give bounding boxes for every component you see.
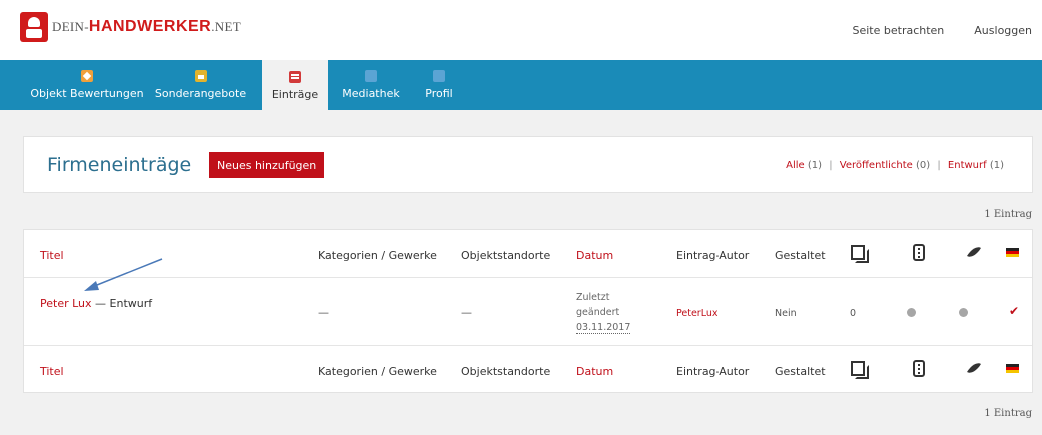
status-filters: Alle (1) | Veröffentlichte (0) | Entwurf… bbox=[786, 160, 1004, 171]
main-nav: Objekt Bewertungen Sonderangebote Einträ… bbox=[0, 60, 1042, 112]
top-links: Seite betrachten Ausloggen bbox=[853, 24, 1033, 37]
entry-locations: — bbox=[461, 306, 472, 319]
column-designed: Gestaltet bbox=[775, 249, 826, 262]
column-date[interactable]: Datum bbox=[576, 365, 613, 378]
entry-date: Zuletzt geändert 03.11.2017 bbox=[576, 290, 631, 335]
entry-count-top: 1 Eintrag bbox=[984, 209, 1032, 220]
site-logo[interactable]: DEIN- HANDWERKER .NET bbox=[20, 12, 241, 42]
column-designed: Gestaltet bbox=[775, 365, 826, 378]
column-author: Eintrag-Autor bbox=[676, 249, 750, 262]
view-site-link[interactable]: Seite betrachten bbox=[853, 24, 945, 37]
phone-icon bbox=[913, 244, 925, 261]
entry-count-bottom: 1 Eintrag bbox=[984, 408, 1032, 419]
copy-icon bbox=[850, 360, 869, 379]
logo-text-suffix: .NET bbox=[211, 19, 241, 34]
entry-title: Peter Lux — Entwurf bbox=[40, 297, 152, 310]
column-title[interactable]: Titel bbox=[40, 365, 64, 378]
entry-designed: Nein bbox=[775, 308, 797, 319]
entry-date-label: Zuletzt bbox=[576, 292, 610, 303]
column-date[interactable]: Datum bbox=[576, 249, 613, 262]
list-icon bbox=[289, 71, 301, 83]
nav-item-profil[interactable]: Profil bbox=[414, 60, 464, 110]
filter-separator: | bbox=[829, 160, 833, 171]
column-locations: Objektstandorte bbox=[461, 365, 551, 378]
annotation-arrow-icon bbox=[84, 258, 163, 291]
filter-published-count: (0) bbox=[915, 160, 931, 171]
nav-item-sonderangebote[interactable]: Sonderangebote bbox=[153, 60, 248, 110]
filter-all-count: (1) bbox=[807, 160, 823, 171]
nav-item-label: Einträge bbox=[271, 88, 319, 101]
add-new-button[interactable]: Neues hinzufügen bbox=[209, 152, 325, 178]
table-row: Peter Lux — Entwurf — — Zuletzt geändert… bbox=[24, 278, 1032, 346]
feather-icon bbox=[965, 360, 979, 376]
nav-item-label: Sonderangebote bbox=[154, 87, 247, 100]
logo-text-prefix: DEIN- bbox=[52, 19, 89, 34]
table-header-row: Titel Kategorien / Gewerke Objektstandor… bbox=[24, 230, 1032, 278]
flag-de-icon bbox=[1006, 364, 1019, 373]
feather-status-dot-icon bbox=[959, 308, 968, 317]
filter-draft-link[interactable]: Entwurf bbox=[948, 160, 987, 171]
star-icon bbox=[81, 70, 93, 82]
entry-state: — Entwurf bbox=[91, 297, 153, 310]
column-categories: Kategorien / Gewerke bbox=[318, 365, 437, 378]
filter-all-link[interactable]: Alle bbox=[786, 160, 805, 171]
entries-table: Titel Kategorien / Gewerke Objektstandor… bbox=[23, 229, 1033, 393]
filter-published-link[interactable]: Veröffentlichte bbox=[840, 160, 913, 171]
offer-icon bbox=[194, 70, 207, 82]
handwerker-logo-icon bbox=[20, 12, 48, 42]
nav-item-label: Profil bbox=[425, 87, 453, 100]
nav-item-label: Objekt Bewertungen bbox=[30, 87, 144, 100]
phone-status-dot-icon bbox=[907, 308, 916, 317]
profile-icon bbox=[433, 70, 445, 82]
column-categories: Kategorien / Gewerke bbox=[318, 249, 437, 262]
flag-de-icon bbox=[1006, 248, 1019, 257]
column-title[interactable]: Titel bbox=[40, 249, 64, 262]
column-author: Eintrag-Autor bbox=[676, 365, 750, 378]
logo-text-brand: HANDWERKER bbox=[88, 18, 212, 35]
filter-draft-count: (1) bbox=[989, 160, 1004, 171]
logout-link[interactable]: Ausloggen bbox=[974, 24, 1032, 37]
entry-title-link[interactable]: Peter Lux bbox=[40, 297, 92, 310]
top-bar: DEIN- HANDWERKER .NET Seite betrachten A… bbox=[0, 0, 1042, 60]
nav-item-mediathek[interactable]: Mediathek bbox=[335, 60, 407, 110]
entry-date-value: 03.11.2017 bbox=[576, 322, 631, 334]
entry-author-link[interactable]: PeterLux bbox=[676, 308, 717, 319]
feather-icon bbox=[965, 244, 979, 260]
filter-separator: | bbox=[937, 160, 941, 171]
column-locations: Objektstandorte bbox=[461, 249, 551, 262]
check-icon: ✔ bbox=[1009, 304, 1020, 318]
entry-categories: — bbox=[318, 306, 329, 319]
table-footer-row: Titel Kategorien / Gewerke Objektstandor… bbox=[24, 346, 1032, 393]
copy-icon bbox=[850, 244, 869, 263]
nav-item-objekt-bewertungen[interactable]: Objekt Bewertungen bbox=[28, 60, 146, 110]
entry-copies-count: 0 bbox=[850, 308, 857, 319]
page-title: Firmeneinträge bbox=[47, 154, 192, 176]
nav-item-eintraege[interactable]: Einträge bbox=[262, 60, 328, 112]
phone-icon bbox=[913, 360, 925, 377]
logo-text: DEIN- HANDWERKER .NET bbox=[52, 18, 241, 36]
page-header-panel: Firmeneinträge Neues hinzufügen Alle (1)… bbox=[23, 136, 1033, 193]
media-icon bbox=[365, 70, 377, 82]
entry-date-label-2: geändert bbox=[576, 307, 620, 318]
nav-item-label: Mediathek bbox=[342, 87, 400, 100]
